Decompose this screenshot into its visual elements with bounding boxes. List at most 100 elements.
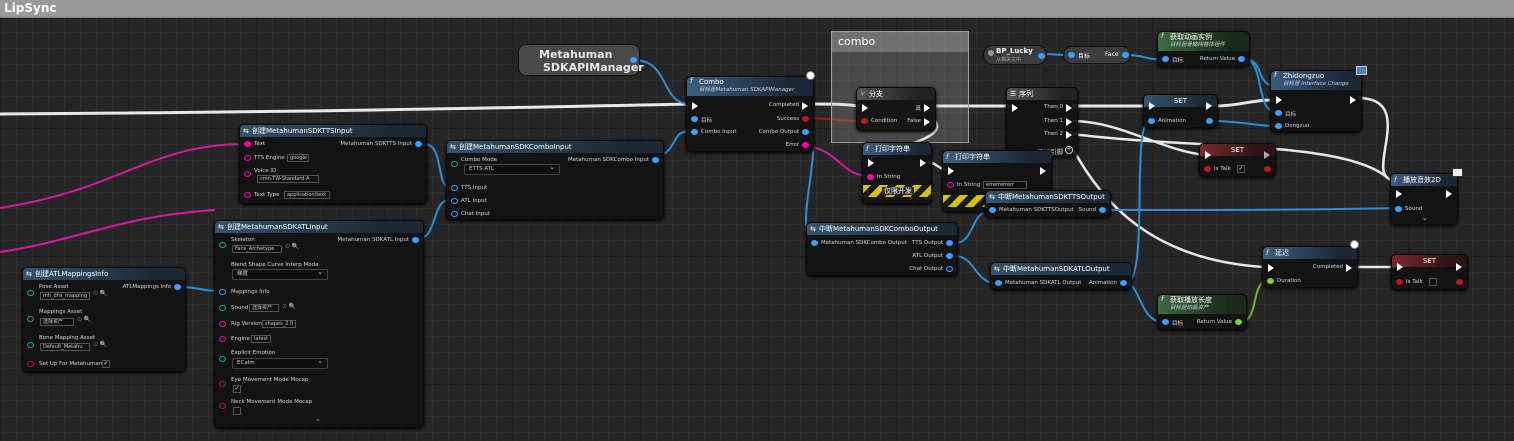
make-atl-out-pin[interactable] xyxy=(412,237,419,243)
make-atl-skeleton-dropdown[interactable]: Face_Archetype xyxy=(232,245,282,253)
zhidongzuo-node[interactable]: f Zhidongzuo 目标是 Interface Change 目标 Dongz… xyxy=(1270,70,1362,132)
make-combo-input-node[interactable]: ⇆ 创建MetahumanSDKComboInput Combo Mode ETT… xyxy=(446,140,664,220)
print1-instring-pin[interactable] xyxy=(867,174,874,180)
make-combo-out-pin[interactable] xyxy=(652,157,659,163)
combo-success-pin[interactable] xyxy=(802,116,809,122)
make-tts-voice-pin[interactable] xyxy=(244,171,251,177)
make-atl-eye-pin[interactable] xyxy=(219,381,226,387)
make-map-bone-dropdown[interactable]: Default_Metahu xyxy=(40,343,90,351)
make-atl-eye-checkbox[interactable]: ✓ xyxy=(233,385,241,393)
play-sound-exec-out[interactable] xyxy=(1446,190,1452,198)
set-istalk-node-2[interactable]: SET Is Talk xyxy=(1391,254,1468,290)
set-animation-exec-in[interactable] xyxy=(1149,102,1155,110)
combo-exec-in[interactable] xyxy=(692,102,698,110)
make-atl-sound-dropdown[interactable]: 选择资产 xyxy=(249,304,279,312)
get-play-length-node[interactable]: f 获取播放长度 目标是动画资产 目标 Return Value xyxy=(1157,294,1247,330)
print2-instring-pin[interactable] xyxy=(947,182,954,188)
make-tts-out-pin[interactable] xyxy=(415,141,422,147)
get-play-length-return-pin[interactable] xyxy=(1235,319,1242,325)
combo-target-pin[interactable] xyxy=(691,116,698,122)
set-animation-exec-out[interactable] xyxy=(1206,102,1212,110)
pose-browse-icon[interactable]: ⊙ 🔍 xyxy=(93,290,107,297)
istalk1-checkbox[interactable]: ✓ xyxy=(1237,165,1245,173)
set-istalk-node-1[interactable]: SET Is Talk ✓ xyxy=(1199,143,1276,177)
combo-input-pin[interactable] xyxy=(691,129,698,135)
make-map-setup-pin[interactable] xyxy=(27,361,34,367)
combo-error-pin[interactable] xyxy=(802,142,809,148)
set-istalk2-in-pin[interactable] xyxy=(1396,279,1403,285)
combo-completed-exec[interactable] xyxy=(802,102,808,110)
break-atl-animation-pin[interactable] xyxy=(1120,280,1127,286)
bp-lucky-output-pin[interactable] xyxy=(1038,53,1045,59)
break-tts-in-pin[interactable] xyxy=(989,207,996,213)
make-map-pose-pin[interactable] xyxy=(27,290,34,296)
play-sound-sound-pin[interactable] xyxy=(1395,206,1402,212)
collapse-chevron-icon[interactable]: ⌃ xyxy=(315,418,321,426)
make-atl-rig-pin[interactable] xyxy=(219,321,226,327)
get-play-length-target-pin[interactable] xyxy=(1162,319,1169,325)
metahuman-api-manager-variable[interactable]: Metahuman SDKAPIManager xyxy=(518,44,644,76)
expand-chevron-icon[interactable]: ⌄ xyxy=(1422,214,1428,222)
print2-instring-field[interactable]: errerrerrerr xyxy=(983,181,1027,189)
branch-false-exec[interactable] xyxy=(924,118,930,126)
istalk2-checkbox[interactable] xyxy=(1429,278,1437,286)
make-tts-type-pin[interactable] xyxy=(244,192,251,198)
add-pin-plus-icon[interactable]: + xyxy=(1065,146,1073,154)
branch-true-exec[interactable] xyxy=(924,104,930,112)
branch-node[interactable]: ⑂ 分支 真 Condition False xyxy=(856,87,936,131)
bp-lucky-variable[interactable]: BP_Lucky 从相关文中 xyxy=(983,45,1047,65)
sequence-then1-exec[interactable] xyxy=(1066,118,1072,126)
delay-node[interactable]: f 延迟 Completed Duration xyxy=(1262,246,1358,288)
zhidongzuo-exec-in[interactable] xyxy=(1276,96,1282,104)
make-atl-mappings-info-node[interactable]: ⇆ 创建ATLMappingsInfo Pose Asset mh_dhs_map… xyxy=(22,267,186,372)
get-anim-return-pin[interactable] xyxy=(1238,56,1245,62)
break-combo-chat-pin[interactable] xyxy=(946,266,953,272)
make-tts-text-pin[interactable] xyxy=(244,141,251,147)
make-tts-voice-field[interactable]: cmn-TW-Standard-A xyxy=(257,175,319,183)
make-map-out-pin[interactable] xyxy=(174,284,181,290)
break-atl-in-pin[interactable] xyxy=(995,280,1002,286)
branch-condition-pin[interactable] xyxy=(861,118,868,124)
zhidongzuo-exec-out[interactable] xyxy=(1350,96,1356,104)
get-face-node[interactable]: 目标 Face xyxy=(1063,46,1131,64)
set-istalk1-exec-in[interactable] xyxy=(1205,151,1211,159)
make-atl-engine-field[interactable]: latest xyxy=(251,335,271,343)
delay-exec-in[interactable] xyxy=(1268,264,1274,272)
make-combo-tts-pin[interactable] xyxy=(451,185,458,191)
set-istalk2-out-pin[interactable] xyxy=(1456,279,1463,285)
break-atl-output-node[interactable]: ⇆ 中断MetahumanSDKATLOutput Metahuman SDKAT… xyxy=(990,262,1132,290)
make-atl-emotion-pin[interactable] xyxy=(219,356,226,362)
set-animation-in-pin[interactable] xyxy=(1148,118,1155,124)
set-istalk1-in-pin[interactable] xyxy=(1204,166,1211,172)
set-istalk1-exec-out[interactable] xyxy=(1264,151,1270,159)
make-map-setup-checkbox[interactable]: ✓ xyxy=(102,360,110,368)
sequence-node[interactable]: ☰序列 Then 0 Then 1 Then 2 添加引脚 + xyxy=(1006,87,1078,157)
break-combo-atl-pin[interactable] xyxy=(946,253,953,259)
make-atl-input-node[interactable]: ⇆ 创建MetahumanSDKATLInput Skeleton Face_Ar… xyxy=(214,220,424,428)
play-sound-2d-node[interactable]: f 播放音效2D Sound ⌄ xyxy=(1390,173,1458,225)
make-combo-mode-dropdown[interactable]: ETTS ATL xyxy=(464,163,560,175)
play-sound-exec-in[interactable] xyxy=(1396,190,1402,198)
make-combo-atl-pin[interactable] xyxy=(451,198,458,204)
break-tts-sound-pin[interactable] xyxy=(1099,207,1106,213)
make-atl-emotion-dropdown[interactable]: ECalm xyxy=(232,357,328,369)
get-anim-instance-node[interactable]: f 获取动画实例 目标是骨骼网格体组件 目标 Return Value xyxy=(1157,31,1250,67)
make-atl-neck-pin[interactable] xyxy=(219,403,226,409)
make-atl-skeleton-pin[interactable] xyxy=(219,242,226,248)
set-animation-node[interactable]: SET Animation xyxy=(1143,94,1218,128)
set-istalk1-out-pin[interactable] xyxy=(1264,166,1271,172)
delay-duration-pin[interactable] xyxy=(1267,278,1274,284)
make-map-mappings-pin[interactable] xyxy=(27,316,34,322)
make-atl-neck-checkbox[interactable] xyxy=(233,407,241,415)
make-atl-blend-dropdown[interactable]: 梯度 xyxy=(232,268,328,280)
make-atl-mappings-pin[interactable] xyxy=(219,289,226,295)
make-tts-input-node[interactable]: ⇆ 创建MetahumanSDKTTSInput Text Metahuman S… xyxy=(239,124,427,204)
make-tts-engine-field[interactable]: google xyxy=(287,154,309,162)
sound-browse-icon[interactable]: ⊙ 🔍 xyxy=(282,303,296,310)
get-face-output-pin[interactable] xyxy=(1122,52,1129,58)
bp-lucky-pin[interactable] xyxy=(988,50,994,56)
make-atl-engine-pin[interactable] xyxy=(219,336,226,342)
get-anim-target-pin[interactable] xyxy=(1162,56,1169,62)
print1-exec-out[interactable] xyxy=(920,159,926,167)
set-istalk2-exec-in[interactable] xyxy=(1397,263,1403,271)
